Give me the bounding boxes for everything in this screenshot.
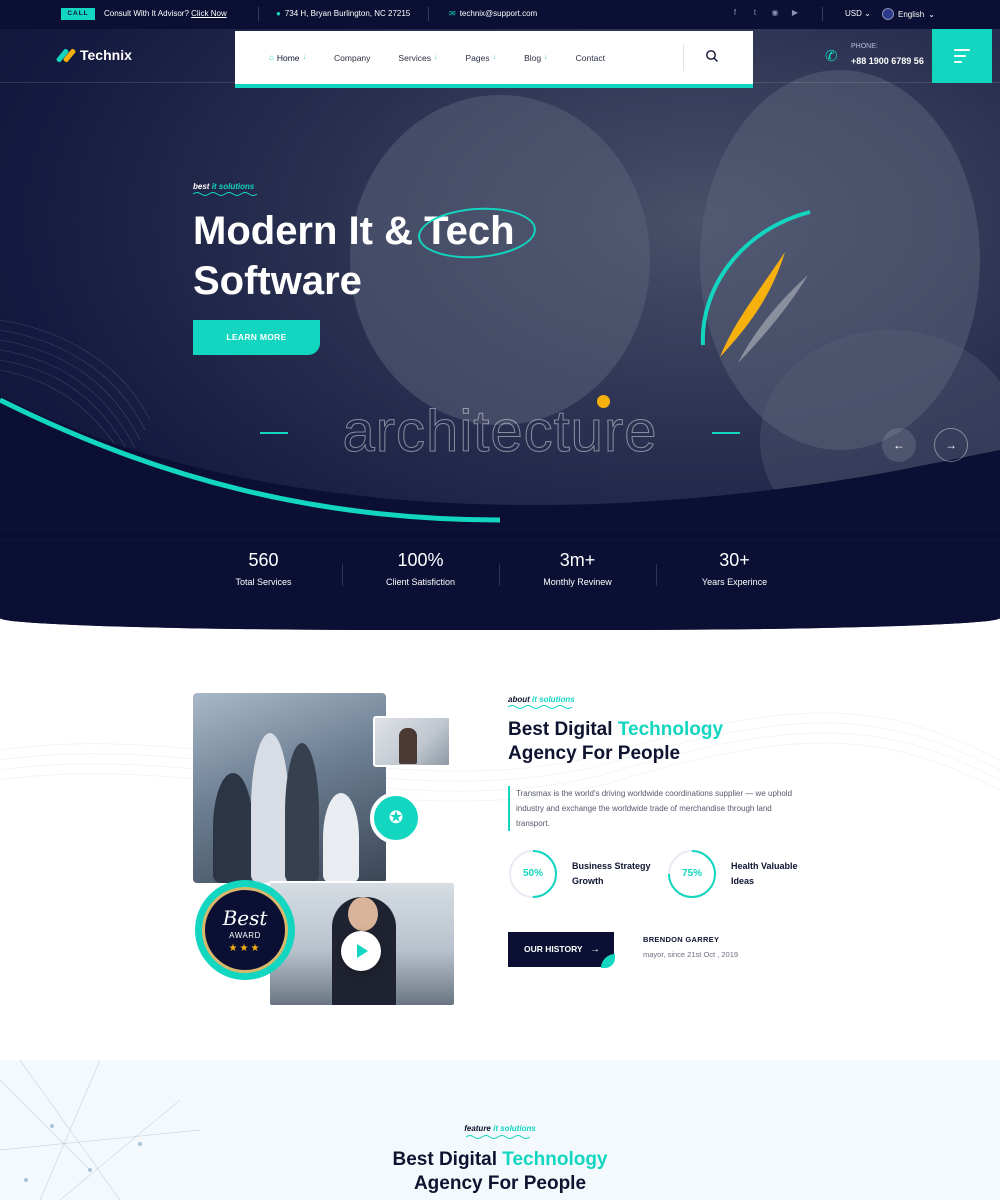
nav-divider — [683, 45, 684, 71]
feature-tagline: feature it solutions — [464, 1124, 536, 1133]
social-links: f t ◉ ▶ — [730, 8, 800, 18]
stat-value: 3m+ — [559, 550, 596, 570]
instagram-icon[interactable]: ◉ — [770, 8, 780, 18]
phone-label: PHONE: — [851, 43, 878, 50]
tag-wave — [466, 1135, 531, 1139]
learn-more-button[interactable]: LEARN MORE — [193, 320, 320, 355]
twitter-icon[interactable]: t — [750, 8, 760, 18]
signature-name: BRENDON GARREY — [643, 935, 720, 944]
call-badge: CALL — [61, 8, 95, 20]
stat-value: 30+ — [719, 550, 750, 570]
youtube-icon[interactable]: ▶ — [790, 8, 800, 18]
signature-role: mayor, since 21st Oct , 2019 — [643, 950, 739, 959]
progress-label: Health Valuable Ideas — [731, 861, 798, 886]
main-nav: ⌂ Home ↓ Company Services ↓ Pages ↓ Blog ↓ Co… — [235, 31, 753, 88]
flag-icon — [882, 8, 894, 20]
consult-text: Consult With It Advisor? Click Now — [104, 9, 227, 18]
stat-label: Monthly Revinew — [543, 577, 612, 587]
nav-item-pages[interactable]: Pages ↓ — [466, 53, 497, 63]
nav-item-services[interactable]: Services ↓ — [398, 53, 437, 63]
top-info-bar: CALL Consult With It Advisor? Click Now … — [0, 0, 1000, 29]
envelope-icon: ✉ — [449, 9, 456, 18]
hero-title-highlight: Tech — [416, 203, 538, 263]
nav-item-company[interactable]: Company — [334, 53, 370, 63]
logo[interactable]: Technix — [55, 47, 132, 63]
language-select[interactable]: English ⌄ — [882, 8, 935, 20]
hero-decor — [0, 192, 1000, 630]
stat-item: 30+ Years Experince — [656, 550, 813, 600]
nav-item-contact[interactable]: Contact — [576, 53, 605, 63]
stat-value: 560 — [248, 550, 279, 570]
stat-item: 560 Total Services — [185, 550, 342, 600]
search-icon[interactable] — [705, 49, 719, 63]
stats-row: 560 Total Services 100% Client Satisfict… — [185, 550, 815, 600]
best-award-badge: Best AWARD ★★★ — [190, 880, 300, 980]
stars-icon: ★★★ — [228, 943, 262, 954]
divider — [428, 7, 429, 21]
progress-item: 50% Business Strategy Growth — [508, 849, 657, 899]
medal-icon: ✪ — [370, 792, 422, 844]
arrow-left-icon: ← — [893, 438, 905, 452]
menu-toggle-button[interactable] — [932, 29, 992, 83]
video-play-button[interactable] — [341, 931, 381, 971]
progress-value: 50% — [522, 868, 543, 879]
our-history-button[interactable]: OUR HISTORY → — [508, 932, 615, 968]
logo-mark-icon — [55, 48, 77, 63]
chevron-down-icon: ⌄ — [928, 9, 935, 19]
hero-title: Modern It & Tech Software — [193, 203, 538, 306]
arrow-right-icon: → — [945, 438, 957, 452]
nav-item-home[interactable]: ⌂ Home ↓ — [269, 53, 306, 63]
watermark-dash-left — [260, 432, 288, 434]
orange-dot — [597, 395, 610, 408]
stat-label: Total Services — [235, 577, 292, 587]
stat-label: Client Satisfiction — [385, 577, 456, 587]
slider-next-button[interactable]: → — [934, 428, 968, 462]
stat-value: 100% — [397, 550, 444, 570]
facebook-icon[interactable]: f — [730, 8, 740, 18]
about-title: Best Digital Technology Agency For Peopl… — [508, 719, 724, 764]
arrow-right-icon: → — [590, 944, 600, 955]
site-header: Technix ⌂ Home ↓ Company Services ↓ Pages ↓ … — [0, 29, 1000, 88]
chevron-down-icon: ↓ — [492, 54, 497, 61]
progress-value: 75% — [681, 868, 702, 879]
about-description: Transmax is the world's driving worldwid… — [508, 786, 798, 831]
hero-watermark-word: architecture — [342, 399, 658, 465]
watermark-dash-right — [712, 432, 740, 434]
feature-section: feature it solutions Best Digital Techno… — [0, 1060, 1000, 1200]
email-link[interactable]: ✉ technix@support.com — [449, 9, 537, 18]
divider — [258, 7, 259, 21]
about-photo-meeting — [373, 716, 451, 767]
hero-tagline: best it solutions — [193, 182, 255, 191]
phone-icon: ✆ — [825, 48, 838, 65]
chevron-down-icon: ↓ — [434, 54, 438, 61]
about-background-lines — [0, 712, 1000, 802]
hero-section: best it solutions Modern It & Tech Softw… — [0, 0, 1000, 630]
feature-title: Best Digital Technology Agency For Peopl… — [392, 1149, 608, 1194]
chevron-down-icon: ↓ — [302, 54, 307, 61]
currency-select[interactable]: USD ⌄ — [845, 9, 871, 18]
stat-item: 3m+ Monthly Revinew — [499, 550, 656, 600]
stat-item: 100% Client Satisfiction — [342, 550, 499, 600]
slider-prev-button[interactable]: ← — [882, 428, 916, 462]
about-tagline: about it solutions — [508, 695, 575, 704]
map-pin-icon: ● — [276, 9, 281, 18]
progress-item: 75% Health Valuable Ideas — [667, 849, 816, 899]
chevron-down-icon: ↓ — [544, 54, 548, 61]
progress-label: Business Strategy Growth — [572, 861, 651, 886]
stat-label: Years Experince — [701, 577, 768, 587]
home-icon: ⌂ — [269, 53, 274, 62]
phone-number: +88 1900 6789 56 — [851, 56, 924, 66]
divider — [822, 7, 823, 21]
about-photo-team — [193, 693, 386, 883]
nav-item-blog[interactable]: Blog ↓ — [524, 53, 548, 63]
consult-link[interactable]: Click Now — [191, 9, 227, 18]
tag-wave — [508, 705, 573, 709]
chevron-down-icon: ⌄ — [864, 9, 871, 18]
address: ● 734 H, Bryan Burlington, NC 27215 — [276, 9, 411, 18]
